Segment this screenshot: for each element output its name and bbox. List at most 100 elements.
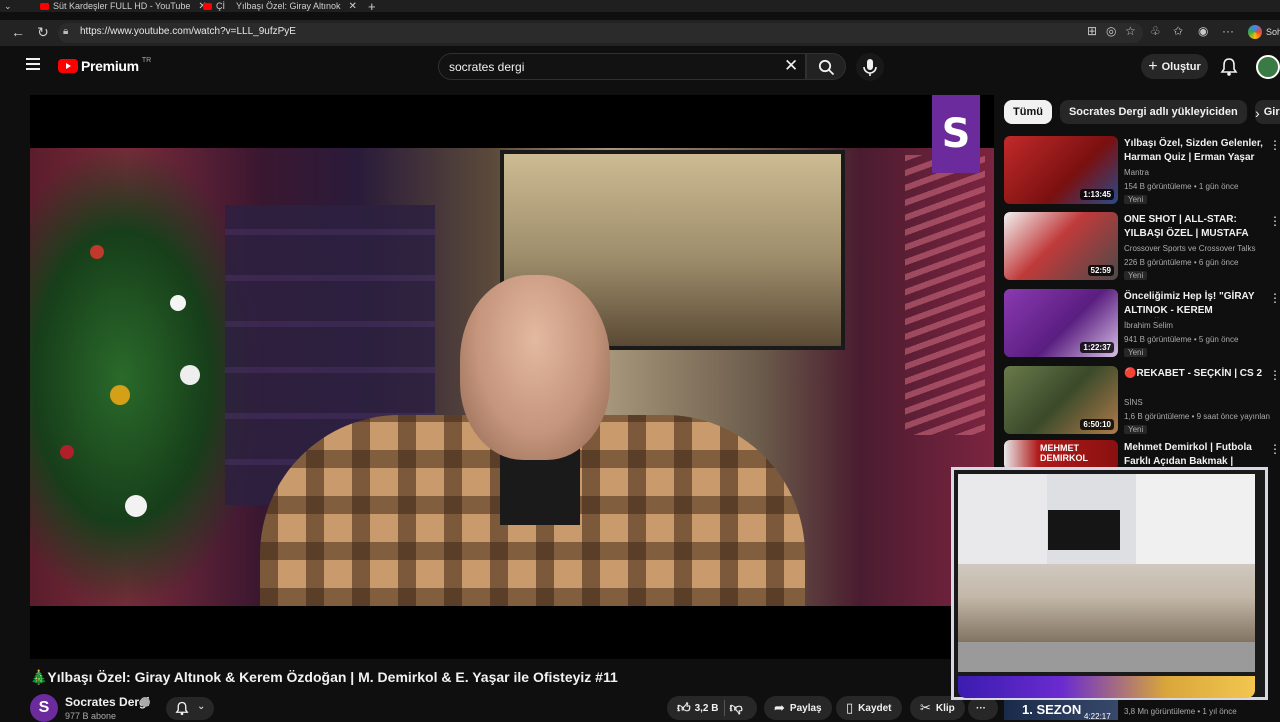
clear-search-icon[interactable]: ✕ xyxy=(784,56,798,76)
youtube-play-logo-icon xyxy=(58,59,78,73)
tab-1[interactable]: Süt Kardeşler FULL HD - YouTube ✕ xyxy=(40,0,207,12)
share-icon: ➦ xyxy=(774,700,785,715)
recommendation-title[interactable]: Önceliğimiz Hep İş! "GİRAY ALTINOK - KER… xyxy=(1124,290,1264,318)
search-icon xyxy=(818,59,835,76)
divider xyxy=(723,700,725,716)
tracking-prevention-icon[interactable]: ◎ xyxy=(1106,24,1116,38)
dislike-button[interactable]: 👎︎ xyxy=(730,700,743,716)
more-vert-icon[interactable]: ⋮ xyxy=(1269,214,1280,228)
video-thumbnail[interactable]: 6:50:10 xyxy=(1004,366,1118,434)
scissors-icon: ✂ xyxy=(920,700,931,715)
subscribed-notifications-button[interactable]: ⌄ xyxy=(166,697,214,720)
like-button[interactable]: 👍︎ 3,2 B xyxy=(677,700,719,716)
channel-avatar[interactable]: S xyxy=(30,694,58,722)
app-install-icon[interactable]: ⊞ xyxy=(1087,24,1097,38)
verified-badge-icon xyxy=(140,697,150,707)
new-badge: Yeni xyxy=(1124,271,1148,280)
url-text: https://www.youtube.com/watch?v=LLL_9ufz… xyxy=(80,26,296,37)
favorites-icon[interactable]: ✩ xyxy=(1173,24,1183,38)
range-hood-image xyxy=(1048,510,1120,550)
save-label: Kaydet xyxy=(858,702,892,714)
recommendation-item[interactable]: 6:50:10 🔴REKABET - SEÇKİN | CS 2 SİNS 1,… xyxy=(1004,366,1280,436)
recommendation-meta: 1,6 B görüntüleme • 9 saat önce yayınlan xyxy=(1124,412,1271,421)
back-icon[interactable]: ← xyxy=(10,24,26,40)
recommendation-meta: 3,8 Mn görüntüleme • 1 yıl önce xyxy=(1124,707,1237,716)
tab-list-button[interactable]: ⌄ xyxy=(4,0,12,12)
tab-3[interactable]: Yılbaşı Özel: Giray Altınok ✕ xyxy=(236,0,357,12)
video-duration: 1:13:45 xyxy=(1080,189,1114,200)
menu-icon[interactable] xyxy=(26,58,40,72)
recommendation-title[interactable]: 🔴REKABET - SEÇKİN | CS 2 xyxy=(1124,367,1264,381)
share-button[interactable]: ➦ Paylaş xyxy=(764,696,832,720)
video-duration: 1:22:37 xyxy=(1080,342,1114,353)
chip-all[interactable]: Tümü xyxy=(1004,100,1052,124)
recommendation-title[interactable]: ONE SHOT | ALL-STAR: YILBAŞI ÖZEL | MUST… xyxy=(1124,213,1264,241)
ornament-image xyxy=(170,295,186,311)
plus-icon: + xyxy=(1148,57,1158,75)
account-avatar[interactable] xyxy=(1256,55,1280,79)
thumbnail-text: MEHMET DEMIRKOL xyxy=(1040,443,1088,463)
recommendation-item[interactable]: 1:22:37 Önceliğimiz Hep İş! "GİRAY ALTIN… xyxy=(1004,289,1280,359)
lock-icon[interactable]: 🔒︎ xyxy=(63,26,68,37)
video-thumbnail[interactable]: 52:59 xyxy=(1004,212,1118,280)
profile-icon[interactable]: ◉ xyxy=(1198,24,1208,38)
tab-3-label: Yılbaşı Özel: Giray Altınok xyxy=(236,1,341,11)
youtube-favicon-icon xyxy=(40,2,49,10)
recommendation-item[interactable]: MEHMET DEMIRKOL Mehmet Demirkol | Futbol… xyxy=(1004,440,1280,470)
chevron-right-icon[interactable]: › xyxy=(1255,105,1260,121)
recommendation-title[interactable]: Mehmet Demirkol | Futbola Farklı Açıdan … xyxy=(1124,441,1264,469)
video-duration: 6:50:10 xyxy=(1080,419,1114,430)
countertop-image xyxy=(958,642,1255,672)
video-player[interactable]: S xyxy=(30,95,994,659)
reload-icon[interactable]: ↻ xyxy=(35,24,51,40)
tinsel-image xyxy=(905,155,985,435)
recommendation-item[interactable]: 1:13:45 Yılbaşı Özel, Sizden Gelenler, H… xyxy=(1004,136,1280,206)
video-thumbnail[interactable]: 1:22:37 xyxy=(1004,289,1118,357)
channel-name[interactable]: Socrates Dergi xyxy=(65,695,150,709)
video-thumbnail[interactable]: 1. SEZON 4:22:17 xyxy=(1004,700,1118,721)
video-thumbnail[interactable]: 1:13:45 xyxy=(1004,136,1118,204)
video-duration: 52:59 xyxy=(1087,265,1114,276)
create-button[interactable]: + Oluştur xyxy=(1141,54,1208,79)
recommendation-channel[interactable]: SİNS xyxy=(1124,398,1143,407)
create-label: Oluştur xyxy=(1161,60,1201,73)
chip-from-uploader[interactable]: Socrates Dergi adlı yükleyiciden xyxy=(1059,100,1247,124)
share-label: Paylaş xyxy=(789,702,822,714)
settings-more-icon[interactable]: ··· xyxy=(1222,24,1234,38)
recommendation-channel[interactable]: Mantra xyxy=(1124,168,1149,177)
profile-label: Soh xyxy=(1266,27,1280,37)
search-button[interactable] xyxy=(806,53,846,80)
more-vert-icon[interactable]: ⋮ xyxy=(1269,442,1280,456)
bell-icon xyxy=(175,701,189,716)
recommendation-title[interactable]: Yılbaşı Özel, Sizden Gelenler, Harman Qu… xyxy=(1124,137,1264,165)
more-vert-icon[interactable]: ⋮ xyxy=(1269,291,1280,305)
recommendation-channel[interactable]: Crossover Sports ve Crossover Talks xyxy=(1124,244,1255,253)
voice-search-button[interactable] xyxy=(856,53,884,81)
new-badge: Yeni xyxy=(1124,195,1148,204)
video-title: 🎄Yılbaşı Özel: Giray Altınok & Kerem Özd… xyxy=(30,669,618,685)
related-filter-chips: Tümü Socrates Dergi adlı yükleyiciden Gi… xyxy=(1004,100,1280,124)
extensions-icon[interactable]: ♧ xyxy=(1150,24,1161,38)
copilot-icon[interactable] xyxy=(1248,25,1262,39)
tab-2[interactable]: Çİ xyxy=(203,0,225,12)
more-vert-icon[interactable]: ⋮ xyxy=(1269,368,1280,382)
search-query: socrates dergi xyxy=(449,60,525,74)
video-thumbnail[interactable]: MEHMET DEMIRKOL xyxy=(1004,440,1118,470)
new-tab-button[interactable]: + xyxy=(368,0,376,14)
recommendation-item[interactable]: 52:59 ONE SHOT | ALL-STAR: YILBAŞI ÖZEL … xyxy=(1004,212,1280,282)
youtube-premium-logo[interactable]: Premium TR xyxy=(58,57,151,74)
clip-label: Klip xyxy=(935,702,955,714)
save-button[interactable]: ▯ Kaydet xyxy=(836,696,902,720)
more-vert-icon[interactable]: ⋮ xyxy=(1269,138,1280,152)
favorite-star-icon[interactable]: ☆ xyxy=(1125,24,1136,38)
ornament-image xyxy=(110,385,130,405)
webcam-overlay-bar xyxy=(958,676,1255,698)
new-badge: Yeni xyxy=(1124,348,1148,357)
ornament-image xyxy=(125,495,147,517)
recommendation-meta: 154 B görüntüleme • 1 gün önce xyxy=(1124,182,1239,191)
recommendation-channel[interactable]: İbrahim Selim xyxy=(1124,321,1173,330)
notifications-bell-icon[interactable] xyxy=(1220,57,1238,82)
like-count: 3,2 B xyxy=(694,702,719,714)
ornament-image xyxy=(60,445,74,459)
close-tab-icon[interactable]: ✕ xyxy=(349,1,357,12)
